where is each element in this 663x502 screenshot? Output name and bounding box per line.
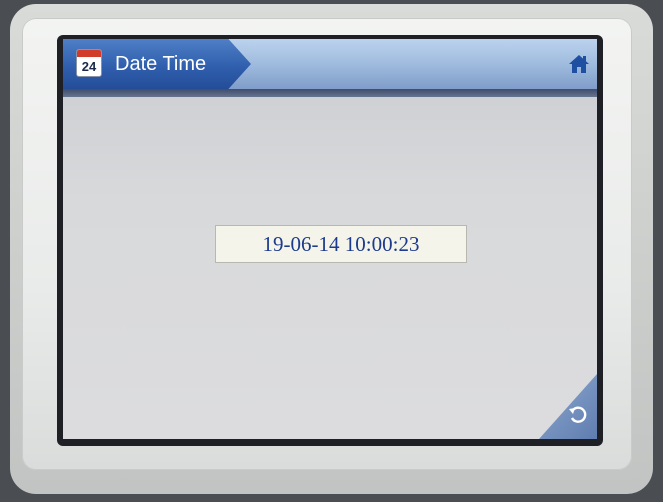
calendar-icon: 24 bbox=[77, 50, 101, 76]
calendar-icon-day: 24 bbox=[81, 59, 97, 74]
calendar-icon-header bbox=[77, 50, 101, 57]
datetime-field[interactable]: 19-06-14 10:00:23 bbox=[216, 226, 466, 262]
title-divider bbox=[63, 89, 597, 97]
back-icon[interactable] bbox=[567, 404, 589, 426]
lcd-screen: 24 Date Time 19-06-14 10:00:23 bbox=[63, 39, 597, 439]
home-icon[interactable] bbox=[566, 51, 592, 77]
page-title: Date Time bbox=[115, 53, 207, 75]
